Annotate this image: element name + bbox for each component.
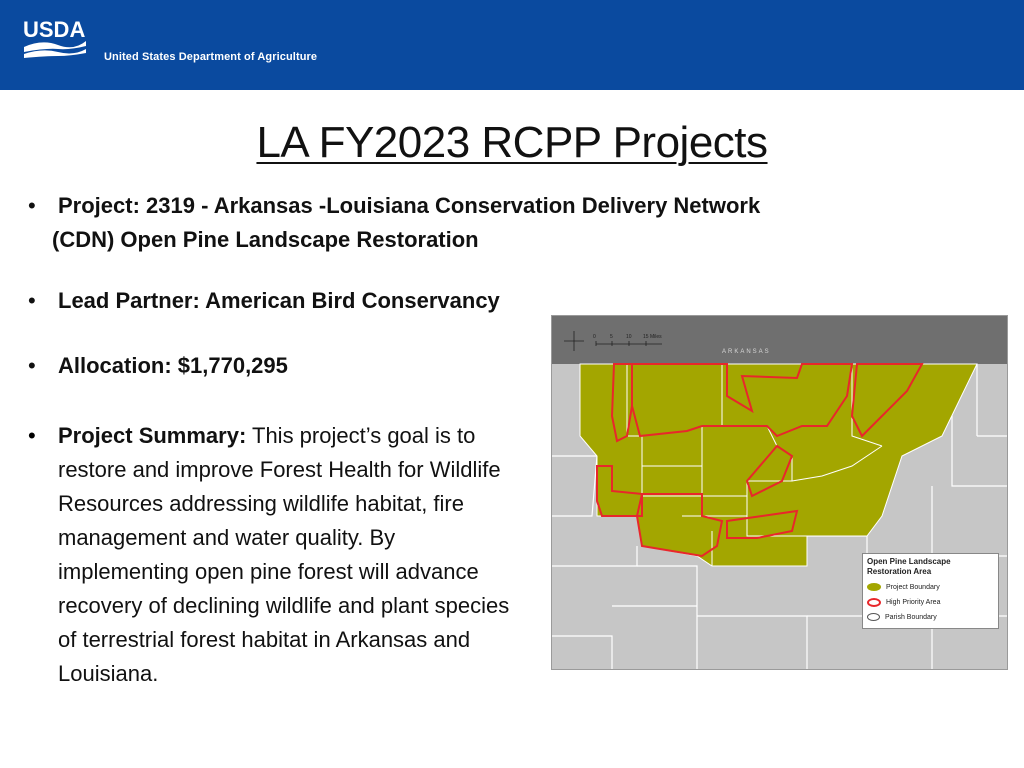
scale-label-0: 0 [593, 334, 596, 340]
project-line-2: (CDN) Open Pine Landscape Restoration [52, 227, 479, 252]
bullet-dot: • [28, 353, 36, 378]
map-legend: Open Pine Landscape Restoration Area Pro… [862, 553, 999, 629]
project-line-1: Project: 2319 - Arkansas -Louisiana Cons… [58, 193, 761, 218]
project-boundary-swatch [867, 583, 881, 592]
usda-logo-text: USDA [23, 17, 85, 42]
summary-text: This project’s goal is to restore and im… [58, 423, 510, 686]
usda-header-banner: USDA United States Department of Agricul… [0, 0, 1024, 90]
page-title: LA FY2023 RCPP Projects [256, 118, 768, 167]
legend-title: Open Pine Landscape Restoration Area [867, 557, 951, 576]
state-label-arkansas: ARKANSAS [722, 349, 771, 355]
scale-label-10: 10 [626, 334, 632, 340]
legend-item-parish-boundary: Parish Boundary [867, 612, 937, 623]
bullet-dot: • [28, 423, 36, 448]
summary-label: Project Summary: [58, 423, 247, 448]
scale-label-5: 5 [610, 334, 613, 340]
high-priority-swatch [867, 597, 881, 607]
legend-item-project-boundary: Project Boundary [867, 582, 940, 593]
parish-boundary-swatch [867, 613, 880, 622]
legend-item-high-priority: High Priority Area [867, 597, 940, 608]
bullet-dot: • [28, 193, 36, 218]
project-summary: Project Summary: This project’s goal is … [58, 419, 518, 691]
allocation-text: Allocation: $1,770,295 [58, 353, 288, 378]
scale-label-15: 15 Miles [643, 334, 662, 340]
bullet-dot: • [28, 288, 36, 313]
lead-partner-text: Lead Partner: American Bird Conservancy [58, 288, 500, 313]
agency-name: United States Department of Agriculture [104, 51, 318, 63]
usda-logo: USDA [23, 17, 86, 58]
